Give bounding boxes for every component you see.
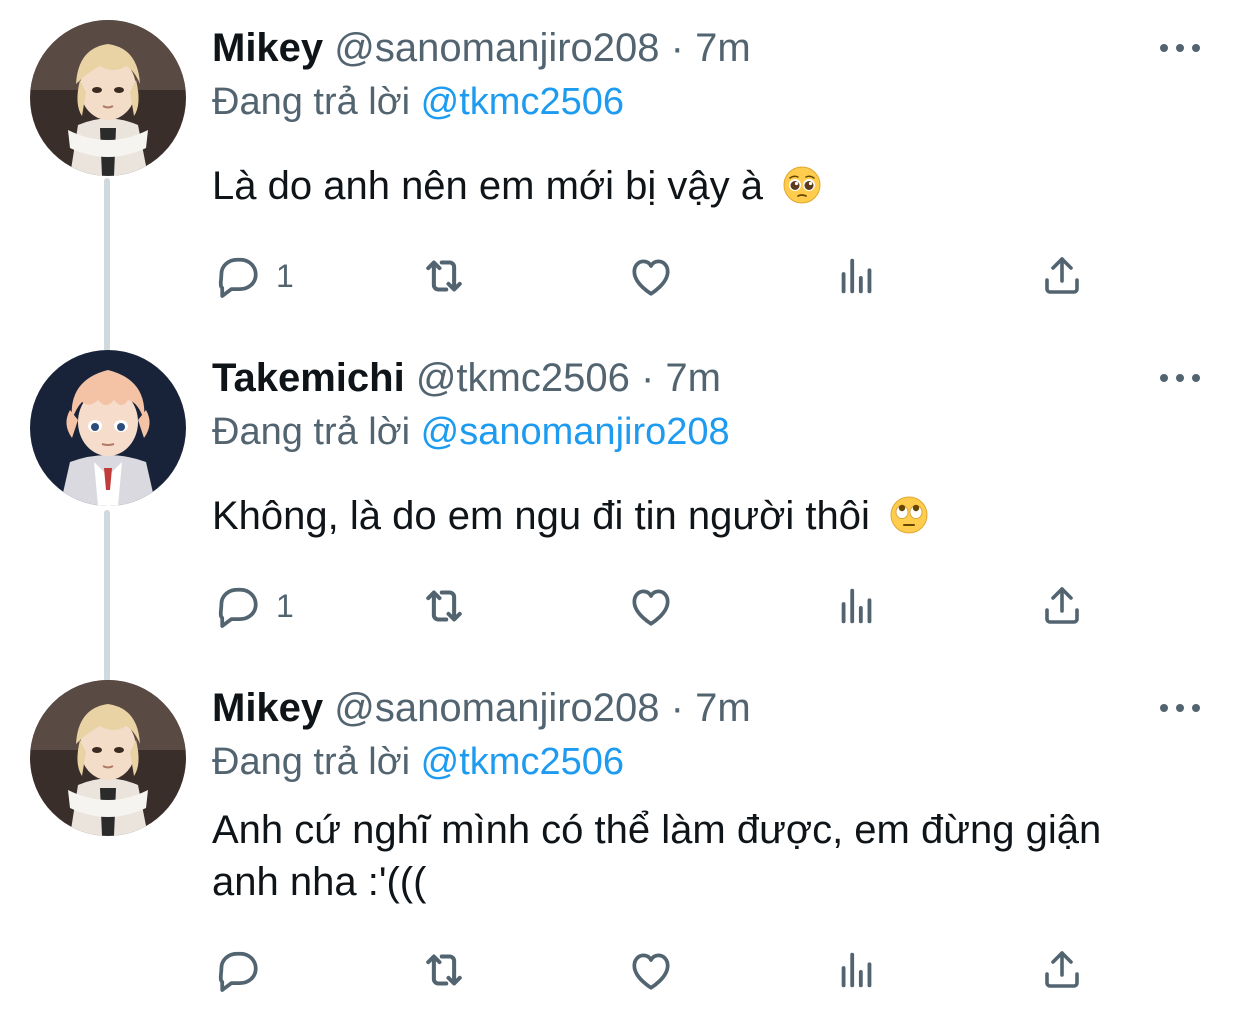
analytics-icon	[834, 253, 880, 299]
retweet-icon	[417, 943, 471, 997]
reply-button[interactable]: 1	[212, 246, 294, 306]
more-icon[interactable]	[1158, 38, 1202, 58]
like-button[interactable]	[626, 576, 676, 636]
replying-to-line: Đang trả lời @tkmc2506	[212, 734, 624, 790]
timestamp[interactable]: 7m	[695, 686, 751, 730]
timestamp[interactable]: 7m	[695, 26, 751, 70]
heart-icon	[626, 251, 676, 301]
tweet-header: Takemichi @tkmc2506 · 7m	[212, 350, 721, 406]
retweet-icon	[417, 579, 471, 633]
reply-count: 1	[276, 257, 294, 294]
retweet-icon	[417, 249, 471, 303]
tweet-text-line: Anh cứ nghĩ mình có thể làm được, em đừn…	[212, 808, 1102, 852]
replying-to-line: Đang trả lời @sanomanjiro208	[212, 404, 730, 460]
mention-link[interactable]: @tkmc2506	[421, 741, 624, 783]
mention-link[interactable]: @sanomanjiro208	[421, 411, 730, 453]
tweet[interactable]: Mikey @sanomanjiro208 · 7m Đang trả lời …	[0, 660, 1242, 1015]
action-bar: 1	[212, 576, 1112, 636]
pleading-face-emoji	[782, 165, 822, 205]
tweet-text-content: Là do anh nên em mới bị vậy à	[212, 164, 763, 208]
share-button[interactable]	[1038, 576, 1086, 636]
display-name[interactable]: Mikey	[212, 686, 323, 730]
tweet-text-line: anh nha :'(((	[212, 860, 427, 904]
user-handle[interactable]: @tkmc2506	[416, 356, 630, 400]
user-handle[interactable]: @sanomanjiro208	[334, 26, 659, 70]
timestamp[interactable]: 7m	[665, 356, 721, 400]
replying-to-line: Đang trả lời @tkmc2506	[212, 74, 624, 130]
analytics-button[interactable]	[834, 576, 880, 636]
more-icon[interactable]	[1158, 368, 1202, 388]
like-button[interactable]	[626, 940, 676, 1000]
analytics-icon	[834, 947, 880, 993]
avatar[interactable]	[30, 680, 186, 836]
tweet-header: Mikey @sanomanjiro208 · 7m	[212, 680, 751, 736]
eye-roll-emoji	[889, 495, 929, 535]
action-bar	[212, 940, 1112, 1000]
share-button[interactable]	[1038, 246, 1086, 306]
replying-prefix: Đang trả lời	[212, 741, 411, 783]
separator-dot: ·	[640, 356, 655, 400]
display-name[interactable]: Takemichi	[212, 356, 405, 400]
share-button[interactable]	[1038, 940, 1086, 1000]
heart-icon	[626, 581, 676, 631]
reply-count: 1	[276, 587, 294, 624]
reply-icon	[212, 581, 262, 631]
tweet-text: Là do anh nên em mới bị vậy à	[212, 160, 1212, 212]
retweet-button[interactable]	[417, 246, 471, 306]
tweet[interactable]: Mikey @sanomanjiro208 · 7m Đang trả lời …	[0, 0, 1242, 330]
heart-icon	[626, 945, 676, 995]
share-icon	[1038, 946, 1086, 994]
reply-button[interactable]	[212, 940, 276, 1000]
reply-icon	[212, 945, 262, 995]
tweet[interactable]: Takemichi @tkmc2506 · 7m Đang trả lời @s…	[0, 330, 1242, 660]
replying-prefix: Đang trả lời	[212, 81, 411, 123]
tweet-header: Mikey @sanomanjiro208 · 7m	[212, 20, 751, 76]
avatar[interactable]	[30, 20, 186, 176]
analytics-icon	[834, 583, 880, 629]
action-bar: 1	[212, 246, 1112, 306]
like-button[interactable]	[626, 246, 676, 306]
share-icon	[1038, 582, 1086, 630]
analytics-button[interactable]	[834, 940, 880, 1000]
user-handle[interactable]: @sanomanjiro208	[334, 686, 659, 730]
display-name[interactable]: Mikey	[212, 26, 323, 70]
share-icon	[1038, 252, 1086, 300]
more-icon[interactable]	[1158, 698, 1202, 718]
retweet-button[interactable]	[417, 576, 471, 636]
tweet-text: Không, là do em ngu đi tin người thôi	[212, 490, 1212, 542]
tweet-text: Anh cứ nghĩ mình có thể làm được, em đừn…	[212, 804, 1212, 908]
avatar[interactable]	[30, 350, 186, 506]
replying-prefix: Đang trả lời	[212, 411, 411, 453]
reply-icon	[212, 251, 262, 301]
separator-dot: ·	[670, 26, 684, 70]
reply-button[interactable]: 1	[212, 576, 294, 636]
analytics-button[interactable]	[834, 246, 880, 306]
tweet-text-content: Không, là do em ngu đi tin người thôi	[212, 494, 870, 538]
separator-dot: ·	[670, 686, 684, 730]
mention-link[interactable]: @tkmc2506	[421, 81, 624, 123]
retweet-button[interactable]	[417, 940, 471, 1000]
